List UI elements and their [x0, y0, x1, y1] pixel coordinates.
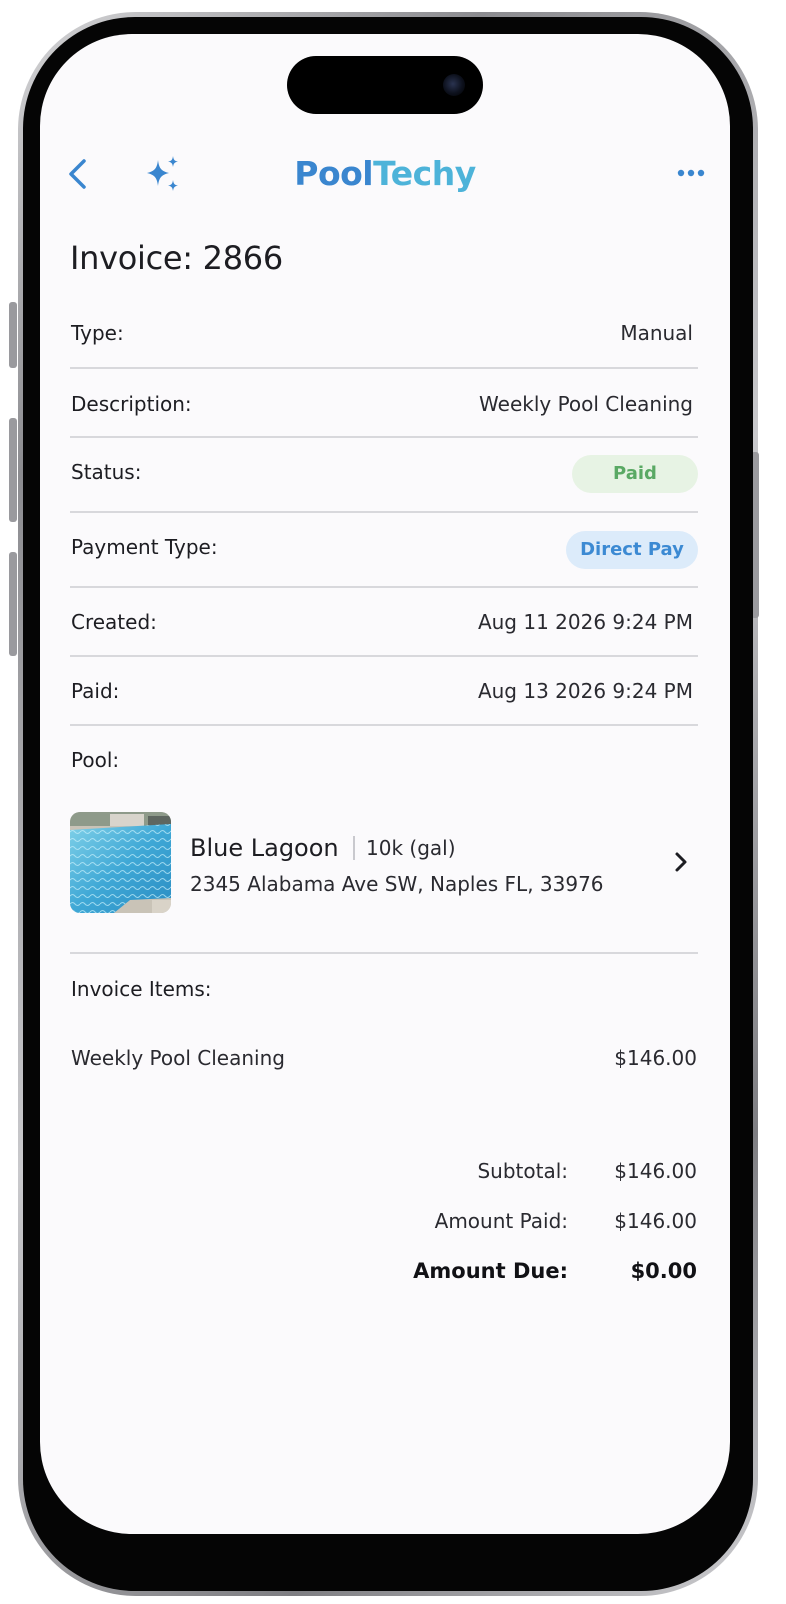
brand-logo-part-2: Techy [373, 154, 476, 193]
detail-label: Status: [71, 460, 142, 484]
detail-label: Paid: [71, 679, 120, 703]
device-stage: PoolTechy Invoice: 2866 Type: Manual Des… [0, 0, 786, 1604]
more-options-button[interactable] [676, 158, 706, 188]
invoice-item-amount: $146.00 [614, 1046, 697, 1070]
detail-label: Created: [71, 610, 157, 634]
pool-address: 2345 Alabama Ave SW, Naples FL, 33976 [190, 872, 604, 896]
brand-logo: PoolTechy [40, 154, 730, 194]
dynamic-island [287, 56, 483, 114]
pool-section-label: Pool: [71, 748, 120, 772]
detail-row-created: Created: Aug 11 2026 9:24 PM [70, 588, 698, 657]
chevron-right-icon [675, 852, 687, 872]
amount-due-label: Amount Due: [413, 1259, 568, 1283]
payment-type-badge: Direct Pay [566, 531, 698, 569]
subtotal-value: $146.00 [614, 1159, 697, 1183]
pool-volume: 10k (gal) [366, 836, 456, 860]
app-header: PoolTechy [40, 144, 730, 204]
volume-up-button [9, 418, 17, 522]
pool-card[interactable]: Blue Lagoon 10k (gal) 2345 Alabama Ave S… [70, 812, 698, 914]
volume-down-button [9, 552, 17, 656]
more-horizontal-icon [677, 169, 705, 177]
detail-row-type: Type: Manual [70, 299, 698, 369]
invoice-details: Type: Manual Description: Weekly Pool Cl… [70, 299, 698, 726]
invoice-items-label: Invoice Items: [71, 977, 212, 1001]
detail-value: Aug 13 2026 9:24 PM [477, 679, 693, 703]
subtotal-label: Subtotal: [477, 1159, 568, 1183]
pool-name: Blue Lagoon [190, 834, 339, 862]
detail-value: Manual [620, 321, 693, 345]
detail-row-paid: Paid: Aug 13 2026 9:24 PM [70, 657, 698, 726]
amount-due-value: $0.00 [630, 1259, 697, 1283]
pool-photo [70, 812, 171, 913]
detail-label: Description: [71, 392, 192, 416]
pool-thumbnail [70, 812, 171, 913]
amount-paid-value: $146.00 [614, 1209, 697, 1233]
detail-label: Payment Type: [71, 535, 218, 559]
detail-value: Aug 11 2026 9:24 PM [477, 610, 693, 634]
page-title: Invoice: 2866 [70, 239, 283, 277]
front-camera [443, 74, 465, 96]
brand-logo-part-1: Pool [294, 154, 374, 193]
detail-value: Weekly Pool Cleaning [479, 392, 693, 416]
action-button [9, 302, 17, 368]
detail-row-description: Description: Weekly Pool Cleaning [70, 369, 698, 438]
detail-row-payment-type: Payment Type: Direct Pay [70, 513, 698, 588]
status-badge: Paid [572, 455, 698, 493]
pool-divider [353, 836, 355, 860]
section-divider [70, 952, 698, 954]
detail-row-status: Status: Paid [70, 438, 698, 513]
pool-open-button[interactable] [672, 850, 690, 874]
amount-paid-label: Amount Paid: [434, 1209, 568, 1233]
detail-label: Type: [71, 321, 124, 345]
app-screen: PoolTechy Invoice: 2866 Type: Manual Des… [40, 34, 730, 1534]
invoice-item-name: Weekly Pool Cleaning [71, 1046, 285, 1070]
